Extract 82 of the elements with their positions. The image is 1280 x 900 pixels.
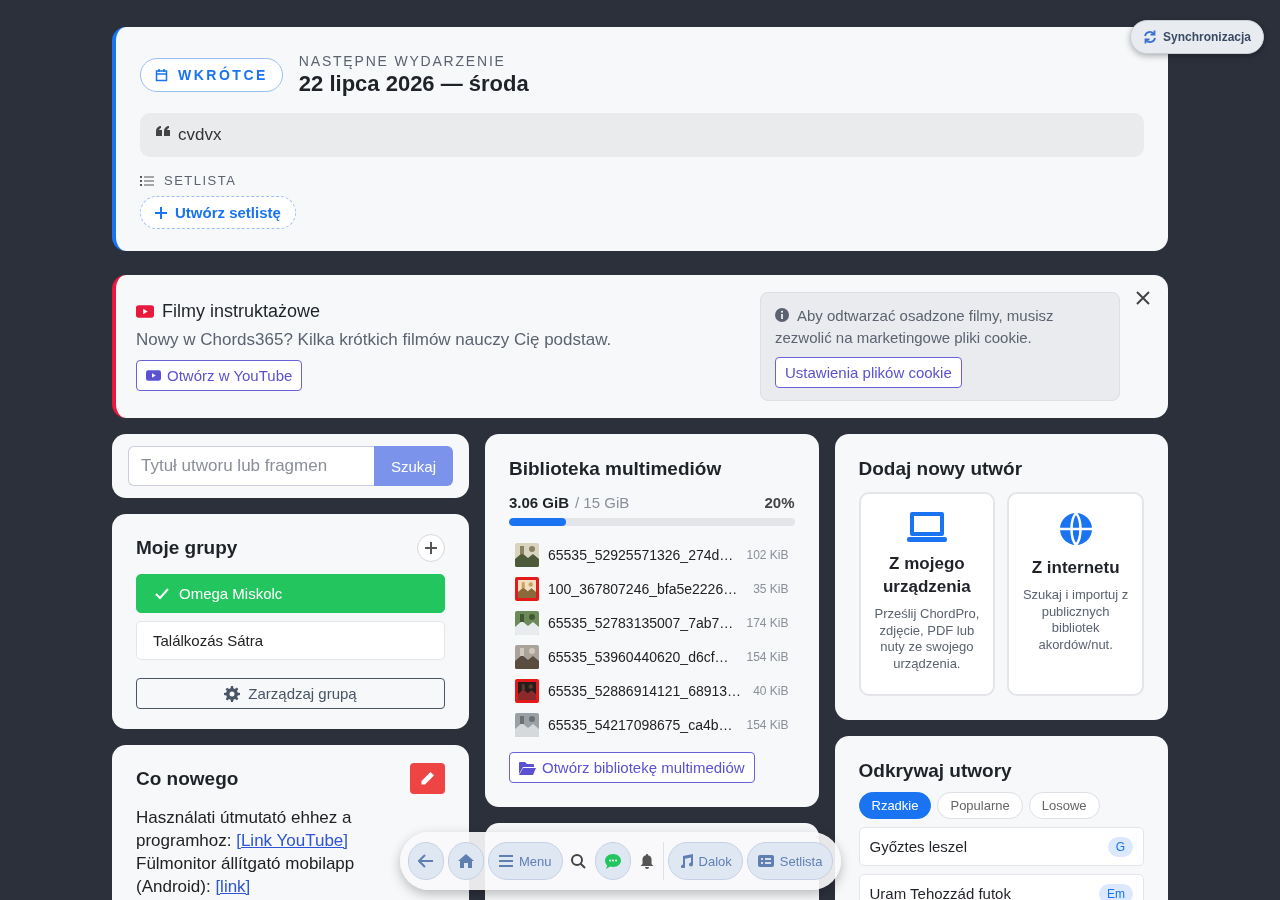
pencil-icon — [420, 771, 435, 786]
file-size: 174 KiB — [746, 616, 789, 630]
menu-button[interactable]: Menu — [488, 842, 563, 880]
file-name[interactable]: 65535_53960440620_d6cf… — [548, 649, 743, 665]
link[interactable]: [Link YouTube] — [236, 831, 349, 850]
note-text: cvdvx — [178, 125, 222, 145]
close-icon — [1136, 291, 1150, 305]
file-name[interactable]: 100_367807246_bfa5e2226… — [548, 581, 750, 597]
file-size: 154 KiB — [746, 650, 789, 664]
file-size: 102 KiB — [746, 548, 789, 562]
sync-button[interactable]: Synchronizacja — [1130, 20, 1265, 54]
filter-chip[interactable]: Rzadkie — [858, 792, 932, 819]
add-option[interactable]: Z internetu Szukaj i importuj z publicznych bibliotek akordów/nut. — [1007, 492, 1144, 696]
bell-icon — [639, 853, 654, 869]
filter-chip[interactable]: Popularne — [937, 792, 1023, 819]
media-title: Biblioteka multimediów — [509, 458, 723, 480]
discover-title: Odkrywaj utwory — [858, 760, 1013, 782]
whats-new-title: Co nowego — [136, 767, 239, 790]
link[interactable]: [link] — [215, 877, 251, 896]
check-icon — [155, 587, 169, 600]
setlist-button[interactable]: Setlista — [746, 842, 834, 880]
news-text: Használati útmutató ehhez a programhoz: [Link YouTube] — [136, 807, 353, 852]
setlist-label: SETLISTA — [164, 173, 237, 188]
usage-percent: 20% — [764, 494, 795, 511]
search-field[interactable]: Tytuł utworu lub fragmen — [128, 446, 374, 486]
song-row[interactable]: Uram Tehozzád futok Em — [858, 874, 1144, 900]
file-size: 35 KiB — [753, 582, 789, 596]
globe-icon — [1058, 512, 1093, 546]
videos-title: Filmy instruktażowe — [162, 301, 321, 322]
back-button[interactable] — [408, 842, 444, 880]
status-badge: WKRÓTCE — [140, 58, 283, 92]
info-icon — [775, 308, 789, 322]
filter-chip[interactable]: Losowe — [1028, 792, 1100, 819]
plus-icon — [155, 206, 167, 219]
used-storage: 3.06 GiB — [509, 494, 570, 511]
news-text: Fülmonitor állítgató mobilapp (Android): [link] — [136, 853, 356, 898]
search-icon — [571, 853, 587, 869]
song-title: Győztes leszel — [869, 838, 968, 855]
event-date: 22 lipca 2026 — środa — [298, 71, 529, 97]
add-group-button[interactable] — [417, 534, 445, 562]
key-badge: G — [1107, 836, 1133, 857]
home-icon — [458, 854, 474, 868]
plus-icon — [425, 542, 437, 554]
file-size: 154 KiB — [746, 718, 789, 732]
calendar-icon — [155, 68, 168, 82]
cookie-settings-button[interactable]: Ustawienia plików cookie — [775, 357, 962, 388]
open-youtube-button[interactable]: Otwórz w YouTube — [136, 360, 303, 391]
create-setlist-button[interactable]: Utwórz setlistę — [140, 196, 296, 229]
home-button[interactable] — [448, 842, 484, 880]
music-note-icon — [678, 854, 693, 868]
list-icon — [140, 174, 154, 187]
add-option[interactable]: Z mojego urządzenia Prześlij ChordPro, zdjęcie, PDF lub nuty ze swojego urządzenia. — [858, 492, 996, 696]
groups-title: Moje grupy — [136, 537, 238, 559]
menu-icon — [499, 855, 513, 867]
laptop-icon — [906, 512, 947, 542]
total-storage: / 15 GiB — [575, 494, 631, 511]
file-name[interactable]: 65535_54217098675_ca4b… — [548, 717, 743, 733]
video-icon — [146, 370, 161, 381]
quote-icon — [156, 125, 170, 137]
cookie-message: Aby odtwarzać osadzone filmy, musisz zezwolić na marketingowe pliki cookie. — [775, 306, 1055, 348]
video-icon — [136, 305, 154, 318]
list-card-icon — [757, 855, 774, 867]
file-name[interactable]: 65535_52783135007_7ab7… — [548, 615, 743, 631]
key-badge: Em — [1099, 883, 1133, 900]
back-arrow-icon — [418, 854, 434, 868]
add-song-title: Dodaj nowy utwór — [858, 458, 1024, 480]
event-label: NASTĘPNE WYDARZENIE — [298, 53, 507, 69]
manage-group-button[interactable]: Zarządzaj grupą — [136, 678, 445, 709]
open-library-button[interactable]: Otwórz bibliotekę multimediów — [509, 752, 755, 783]
group-item[interactable]: Találkozás Sátra — [136, 621, 445, 660]
gear-icon — [224, 685, 241, 702]
sync-icon — [1143, 30, 1157, 44]
file-name[interactable]: 65535_52886914121_68913… — [548, 683, 750, 699]
songs-button[interactable]: Dalok — [667, 842, 743, 880]
song-title: Uram Tehozzád futok — [869, 885, 1011, 900]
edit-button[interactable] — [410, 763, 445, 794]
chat-icon — [604, 853, 621, 869]
file-size: 40 KiB — [753, 684, 789, 698]
videos-subtitle: Nowy w Chords365? Kilka krótkich filmów nauczy Cię podstaw. — [136, 330, 613, 350]
file-name[interactable]: 65535_52925571326_274d… — [548, 547, 743, 563]
song-row[interactable]: Győztes leszel G — [858, 827, 1144, 866]
folder-icon — [519, 760, 536, 775]
